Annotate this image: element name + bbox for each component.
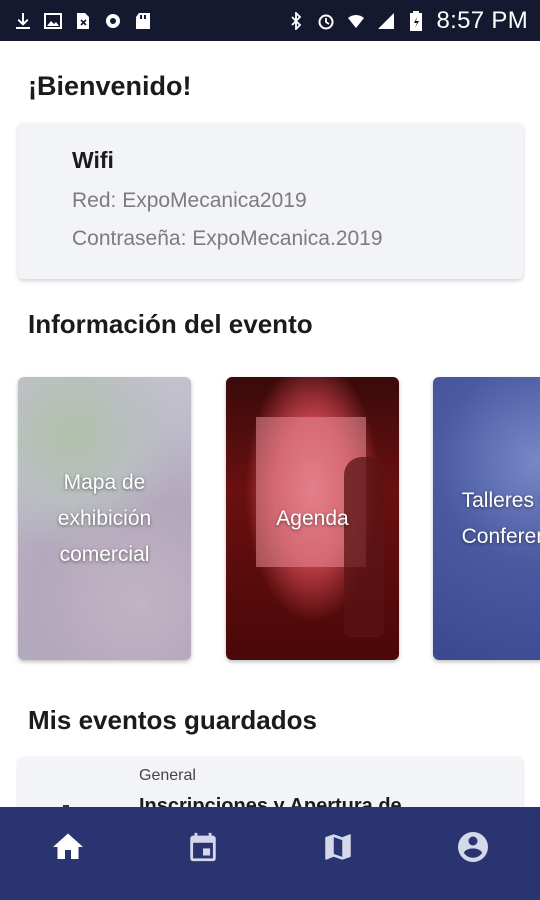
signal-icon [377, 12, 395, 30]
workshops-label-line: Conferencias [461, 524, 540, 548]
agenda-label: Agenda [266, 501, 358, 537]
nav-calendar[interactable] [173, 820, 233, 880]
status-bar: 8:57 PM [0, 0, 540, 41]
saved-events-title: Mis eventos guardados [28, 705, 317, 735]
map-icon [321, 830, 355, 869]
wifi-title: Wifi [72, 147, 114, 173]
agenda-card[interactable]: Agenda [226, 377, 399, 660]
battery-icon [407, 10, 425, 31]
nav-account[interactable] [443, 820, 503, 880]
status-time: 8:57 PM [436, 6, 528, 34]
wifi-password: Contraseña: ExpoMecanica.2019 [72, 227, 383, 250]
no-sim-icon [74, 12, 92, 30]
welcome-heading: ¡Bienvenido! [28, 71, 192, 101]
exhibition-map-card[interactable]: Mapa de exhibición comercial [18, 377, 191, 660]
image-icon [44, 12, 62, 30]
exhibition-map-label: Mapa de exhibición comercial [48, 465, 161, 573]
download-icon [14, 12, 32, 30]
bluetooth-icon [287, 11, 305, 30]
workshops-label-line: Talleres y [461, 488, 540, 512]
account-icon [455, 829, 491, 870]
workshops-label: Talleres y Conferencias [452, 483, 540, 555]
exhibition-map-label-line: comercial [59, 542, 150, 566]
nav-home[interactable] [38, 820, 98, 880]
wifi-card[interactable]: Wifi Red: ExpoMecanica2019 Contraseña: E… [18, 123, 523, 279]
main-content[interactable]: ¡Bienvenido! Wifi Red: ExpoMecanica2019 … [0, 41, 540, 807]
workshops-card[interactable]: Talleres y Conferencias [433, 377, 540, 660]
exhibition-map-label-line: exhibición [57, 506, 152, 530]
nav-map[interactable] [308, 820, 368, 880]
saved-event-category: General [139, 767, 196, 784]
saved-event-item[interactable]: General Inscripciones y Apertura de [18, 757, 523, 807]
status-left-icons [14, 12, 152, 30]
agenda-label-line: Agenda [276, 506, 349, 530]
sd-card-icon [134, 12, 152, 30]
settings-icon [104, 12, 122, 30]
status-right-icons: 8:57 PM [287, 7, 528, 35]
bottom-navigation [0, 807, 540, 900]
home-icon [50, 829, 86, 870]
event-info-title: Información del evento [28, 309, 313, 339]
saved-event-title: Inscripciones y Apertura de [139, 795, 402, 807]
wifi-network: Red: ExpoMecanica2019 [72, 189, 307, 212]
exhibition-map-label-line: Mapa de [63, 470, 146, 494]
calendar-icon [186, 830, 220, 869]
alarm-icon [317, 12, 335, 30]
wifi-icon [347, 12, 365, 30]
